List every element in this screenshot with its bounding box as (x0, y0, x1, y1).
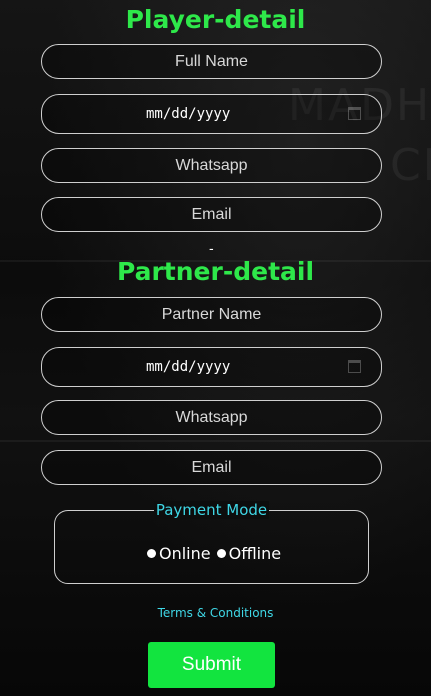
payment-mode-label: Payment Mode (153, 501, 270, 519)
partner-dob-placeholder: mm/dd/yyyy (146, 359, 231, 375)
player-dob-input[interactable]: mm/dd/yyyy (41, 94, 382, 134)
full-name-input[interactable]: Full Name (41, 44, 382, 79)
player-dob-placeholder: mm/dd/yyyy (146, 106, 231, 122)
partner-email-input[interactable]: Email (41, 450, 382, 485)
background-decoration (0, 440, 431, 442)
offline-label[interactable]: Offline (229, 544, 282, 563)
submit-button[interactable]: Submit (148, 642, 275, 688)
player-whatsapp-input[interactable]: Whatsapp (41, 148, 382, 183)
calendar-icon[interactable] (348, 360, 361, 373)
terms-link[interactable]: Terms & Conditions (0, 606, 431, 620)
calendar-icon[interactable] (348, 107, 361, 120)
online-radio[interactable] (147, 549, 156, 558)
player-email-input[interactable]: Email (41, 197, 382, 232)
offline-radio[interactable] (216, 549, 226, 558)
registration-page: MADHE CK Player-detail Full Name mm/dd/y… (0, 0, 431, 696)
payment-mode-fieldset: Payment Mode Online Offline (54, 501, 369, 584)
partner-name-input[interactable]: Partner Name (41, 297, 382, 332)
online-label[interactable]: Online (159, 544, 211, 563)
section-separator: - (209, 240, 214, 256)
partner-detail-heading: Partner-detail (116, 257, 315, 286)
player-detail-heading: Player-detail (125, 5, 306, 34)
payment-mode-legend: Payment Mode (55, 501, 368, 520)
partner-dob-input[interactable]: mm/dd/yyyy (41, 347, 382, 387)
background-decoration: CK (390, 140, 431, 191)
payment-options: Online Offline (147, 544, 287, 563)
partner-whatsapp-input[interactable]: Whatsapp (41, 400, 382, 435)
